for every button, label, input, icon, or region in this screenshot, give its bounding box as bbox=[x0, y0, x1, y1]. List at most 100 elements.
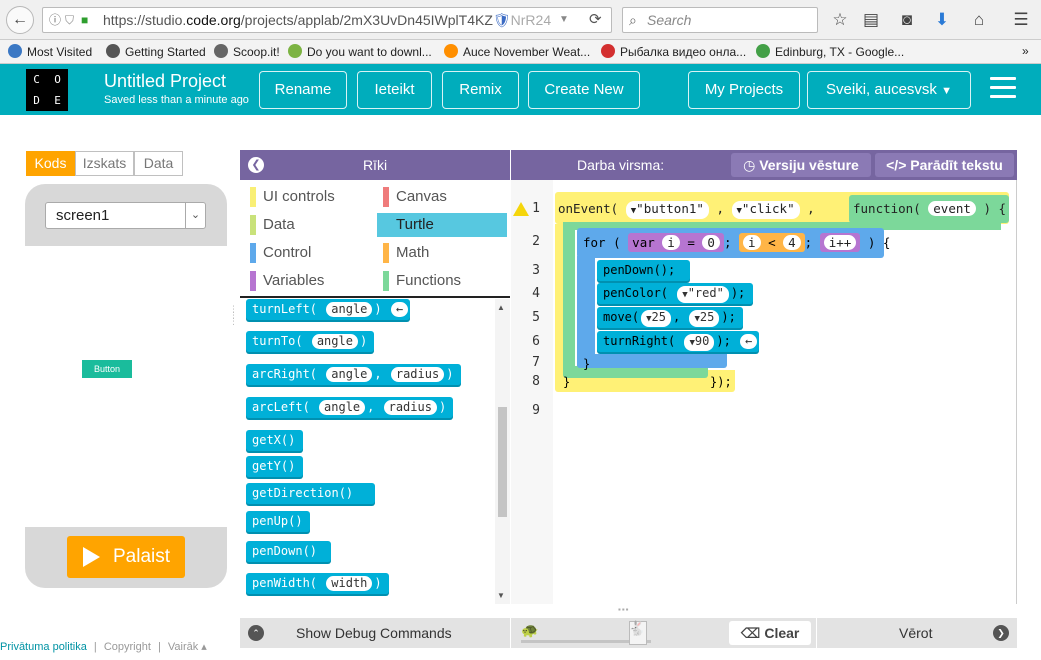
bookmark-getting-started[interactable]: Getting Started bbox=[106, 44, 206, 59]
bookmark-weather[interactable]: Auce November Weat... bbox=[444, 44, 590, 59]
watch-panel-bar[interactable]: Vērot ❯ bbox=[817, 618, 1017, 648]
bookmark-maps[interactable]: Edinburg, TX - Google... bbox=[756, 44, 904, 59]
more-link[interactable]: Vairāk ▴ bbox=[168, 641, 207, 653]
search-icon: ⌕ bbox=[629, 12, 637, 28]
show-text-button[interactable]: </> Parādīt tekstu bbox=[875, 153, 1014, 177]
number-arg[interactable]: ▼90 bbox=[684, 334, 715, 351]
back-icon[interactable]: ← bbox=[6, 6, 34, 34]
category-variables[interactable]: Variables bbox=[244, 269, 372, 293]
splitter-grip-icon[interactable]: ▪▪▪ bbox=[618, 606, 638, 614]
category-swatch bbox=[383, 271, 389, 291]
screen-select[interactable]: screen1 ⌄ bbox=[45, 202, 206, 229]
palette-scrollbar[interactable]: ▲ ▼ bbox=[495, 299, 510, 604]
clear-button[interactable]: ⌫ Clear bbox=[729, 621, 811, 645]
number-arg[interactable]: ▼25 bbox=[689, 310, 720, 327]
category-ui-controls[interactable]: UI controls bbox=[244, 185, 372, 209]
app-screen[interactable]: Button bbox=[25, 246, 227, 527]
block-turnleft[interactable]: turnLeft( angle) ← bbox=[246, 299, 411, 320]
bookmark-star-icon[interactable]: ☆ bbox=[829, 10, 851, 30]
tab-design[interactable]: Izskats bbox=[75, 151, 134, 176]
code-workspace[interactable]: onEvent( ▼"button1" , ▼"click" , functio… bbox=[553, 180, 1017, 604]
block-arcright[interactable]: arcRight( angle, radius) bbox=[246, 364, 461, 385]
number-arg[interactable]: 4 bbox=[783, 235, 801, 250]
resize-grip-icon[interactable]: ⋮ ⋮ ⋮ bbox=[229, 305, 238, 330]
category-control[interactable]: Control bbox=[244, 241, 372, 265]
tab-data[interactable]: Data bbox=[134, 151, 183, 176]
copyright-link[interactable]: Copyright bbox=[104, 641, 151, 653]
compare-block[interactable]: i < 4 bbox=[739, 233, 805, 252]
version-history-label: Versiju vēsture bbox=[759, 157, 859, 173]
logo-letter: C bbox=[33, 73, 40, 86]
string-arg[interactable]: ▼"button1" bbox=[625, 201, 709, 219]
block-getdirection[interactable]: getDirection() bbox=[246, 483, 375, 504]
block-pendown[interactable]: penDown() bbox=[246, 541, 332, 562]
menu-icon[interactable]: ☰ bbox=[1010, 10, 1032, 30]
rename-button[interactable]: Rename bbox=[259, 71, 347, 109]
create-new-button[interactable]: Create New bbox=[528, 71, 640, 109]
increment-block[interactable]: i++ bbox=[819, 233, 861, 252]
move-statement[interactable]: move(▼25, ▼25); bbox=[597, 307, 744, 328]
pendown-statement[interactable]: penDown(); bbox=[597, 260, 690, 281]
pencolor-statement[interactable]: penColor( ▼"red"); bbox=[597, 283, 753, 304]
app-button[interactable]: Button bbox=[82, 360, 132, 378]
scroll-down-icon[interactable]: ▼ bbox=[497, 591, 505, 600]
var-name[interactable]: i bbox=[662, 235, 680, 250]
block-arcleft[interactable]: arcLeft( angle, radius) bbox=[246, 397, 454, 418]
arrow-left-icon[interactable]: ← bbox=[740, 334, 758, 349]
event-param[interactable]: event bbox=[928, 201, 976, 216]
toolbox-header: ❮ Rīki bbox=[240, 150, 510, 180]
map-icon bbox=[756, 44, 770, 58]
info-icon[interactable]: ⓘ bbox=[49, 8, 61, 32]
bookmarks-overflow[interactable]: » bbox=[1022, 44, 1029, 58]
user-menu-button[interactable]: Sveiki, aucesvsk ▼ bbox=[807, 71, 971, 109]
tab-code[interactable]: Kods bbox=[26, 151, 75, 176]
number-arg[interactable]: 0 bbox=[702, 235, 720, 250]
debug-commands-bar[interactable]: ⌃ Show Debug Commands bbox=[240, 618, 510, 648]
remix-button[interactable]: Remix bbox=[442, 71, 519, 109]
number-arg[interactable]: ▼25 bbox=[641, 310, 671, 327]
reading-list-icon[interactable]: ▤ bbox=[860, 10, 882, 30]
category-canvas[interactable]: Canvas bbox=[377, 185, 507, 209]
home-icon[interactable]: ⌂ bbox=[968, 10, 990, 30]
code-org-logo[interactable]: C O D E bbox=[26, 69, 68, 111]
chevron-up-icon[interactable]: ⌃ bbox=[248, 625, 264, 641]
line-number: 7 bbox=[532, 355, 540, 370]
scroll-thumb[interactable] bbox=[498, 407, 507, 517]
bookmark-most-visited[interactable]: Most Visited bbox=[8, 44, 92, 59]
bookmark-fishing[interactable]: Рыбалка видео онла... bbox=[601, 44, 746, 59]
version-history-button[interactable]: ◷ Versiju vēsture bbox=[731, 153, 871, 177]
category-functions[interactable]: Functions bbox=[377, 269, 507, 293]
var-block[interactable]: var i = 0 bbox=[628, 233, 724, 252]
search-input[interactable]: ⌕ Search bbox=[622, 7, 818, 33]
category-turtle[interactable]: Turtle bbox=[377, 213, 507, 237]
block-penwidth[interactable]: penWidth( width) bbox=[246, 573, 389, 594]
block-gety[interactable]: getY() bbox=[246, 456, 303, 477]
privacy-link[interactable]: Privātuma politika bbox=[0, 641, 87, 653]
string-arg[interactable]: ▼"click" bbox=[731, 201, 800, 219]
category-math[interactable]: Math bbox=[377, 241, 507, 265]
block-getx[interactable]: getX() bbox=[246, 430, 303, 451]
collapse-arrow-icon[interactable]: ❮ bbox=[248, 157, 264, 173]
share-button[interactable]: Ieteikt bbox=[357, 71, 432, 109]
url-bar[interactable]: ⓘ ⛉ ■ https://studio.code.org/projects/a… bbox=[42, 7, 612, 33]
pocket-icon[interactable]: ◙ bbox=[896, 10, 918, 30]
bookmark-scoopit[interactable]: Scoop.it! bbox=[214, 44, 280, 59]
block-turnto[interactable]: turnTo( angle) bbox=[246, 331, 375, 352]
turnright-statement[interactable]: turnRight( ▼90); ← bbox=[597, 331, 760, 352]
var-name[interactable]: i bbox=[743, 235, 761, 250]
category-data[interactable]: Data bbox=[244, 213, 372, 237]
block-penup[interactable]: penUp() bbox=[246, 511, 310, 532]
my-projects-button[interactable]: My Projects bbox=[688, 71, 800, 109]
chevron-right-icon[interactable]: ❯ bbox=[993, 625, 1009, 641]
code-token: turnRight( bbox=[603, 334, 676, 348]
block-name: penUp() bbox=[252, 514, 303, 528]
hamburger-icon[interactable] bbox=[990, 77, 1016, 101]
scroll-up-icon[interactable]: ▲ bbox=[497, 303, 505, 312]
download-icon[interactable]: ⬇ bbox=[931, 10, 953, 30]
reload-icon[interactable]: ⟳ bbox=[589, 8, 602, 32]
url-dropdown-icon[interactable]: ▼ bbox=[559, 8, 569, 32]
run-button[interactable]: Palaist bbox=[67, 536, 185, 578]
bookmark-download[interactable]: Do you want to downl... bbox=[288, 44, 432, 59]
string-arg[interactable]: ▼"red" bbox=[677, 286, 729, 303]
code-token: ) { bbox=[867, 235, 891, 250]
